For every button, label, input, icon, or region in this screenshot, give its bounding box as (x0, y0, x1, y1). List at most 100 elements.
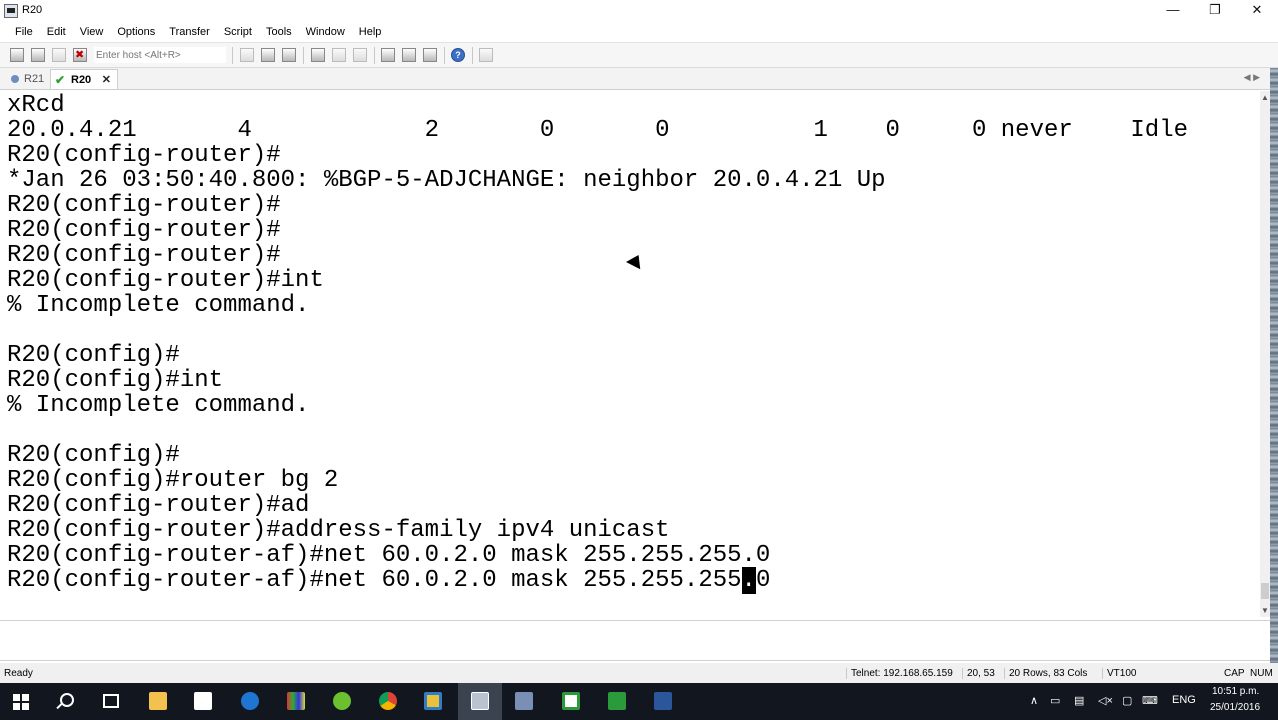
taskbar-camtasia-2[interactable] (595, 683, 639, 720)
terminal-line: % Incomplete command. (7, 392, 310, 419)
network-icon[interactable]: ▤ (1074, 694, 1084, 707)
command-window-pane[interactable] (0, 620, 1270, 661)
terminal-line: R20(config)# (7, 442, 180, 469)
close-button[interactable]: ✕ (1236, 0, 1278, 22)
store-icon (194, 692, 212, 710)
terminal-line: R20(config-router)#int (7, 267, 324, 294)
clock-date[interactable]: 25/01/2016 (1210, 702, 1260, 713)
reconnect-icon[interactable] (52, 48, 66, 62)
taskbar-store[interactable] (181, 683, 225, 720)
taskbar-yellow-app[interactable] (411, 683, 455, 720)
scrollbar-thumb[interactable] (1261, 583, 1269, 599)
copy-icon[interactable] (240, 48, 254, 62)
menu-help[interactable]: Help (352, 22, 389, 42)
terminal-line: R20(config-router)# (7, 142, 281, 169)
status-ready: Ready (4, 668, 33, 679)
tab-scroll-arrows-icon[interactable]: ◀ ▶ (1244, 72, 1260, 83)
volume-icon[interactable]: ◁× (1098, 694, 1113, 707)
usb-device-icon[interactable]: ▭ (1050, 694, 1060, 707)
menu-transfer[interactable]: Transfer (162, 22, 217, 42)
menu-view[interactable]: View (73, 22, 111, 42)
chrome-icon (379, 692, 397, 710)
word-icon (654, 692, 672, 710)
edge-browser-icon (241, 692, 259, 710)
print-screen-icon[interactable] (353, 48, 367, 62)
restore-button[interactable]: ❐ (1194, 0, 1236, 22)
terminal-line: R20(config-router)#ad (7, 492, 310, 519)
menu-options[interactable]: Options (110, 22, 162, 42)
menu-window[interactable]: Window (299, 22, 352, 42)
paste-icon[interactable] (261, 48, 275, 62)
taskbar-securecrt[interactable] (458, 683, 502, 720)
terminal-line: *Jan 26 03:50:40.800: %BGP-5-ADJCHANGE: … (7, 167, 886, 194)
find-icon[interactable] (282, 48, 296, 62)
menu-file[interactable]: File (8, 22, 40, 42)
tab-close-icon[interactable]: ✕ (102, 70, 111, 90)
status-terminal-size: 20 Rows, 83 Cols (1004, 668, 1087, 679)
toolbar-separator (444, 47, 445, 64)
tab-r21[interactable]: R21 (4, 69, 46, 89)
terminal-line: R20(config-router)# (7, 217, 281, 244)
window-controls: — ❐ ✕ (1152, 0, 1278, 22)
securecrt-app-icon[interactable] (4, 4, 18, 18)
taskbar-utorrent[interactable] (320, 683, 364, 720)
taskbar-chrome[interactable] (366, 683, 410, 720)
menu-edit[interactable]: Edit (40, 22, 73, 42)
scroll-up-arrow-icon[interactable]: ▲ (1261, 93, 1269, 102)
windows-taskbar: ∧ ▭ ▤ ◁× ▢ ⌨ ENG 10:51 p.m. 25/01/2016 (0, 683, 1278, 720)
tab-r20[interactable]: ✔ R20 ✕ (50, 69, 118, 89)
camtasia-icon (562, 692, 580, 710)
session-options-icon[interactable] (381, 48, 395, 62)
minimize-button[interactable]: — (1152, 0, 1194, 22)
taskbar-word[interactable] (641, 683, 685, 720)
terminal-line: R20(config-router)# (7, 192, 281, 219)
terminal-scrollbar[interactable]: ▲ ▼ (1260, 91, 1270, 617)
quick-connect-icon[interactable] (31, 48, 45, 62)
terminal-line: R20(config-router-af)#net 60.0.2.0 mask … (7, 542, 771, 569)
menu-script[interactable]: Script (217, 22, 259, 42)
tray-overflow-icon[interactable]: ∧ (1030, 694, 1038, 707)
terminal-current-line: R20(config-router-af)#net 60.0.2.0 mask … (7, 567, 770, 594)
securecrt-icon (471, 692, 489, 710)
language-indicator[interactable]: ENG (1172, 694, 1196, 706)
taskbar-file-explorer[interactable] (136, 683, 180, 720)
print-selection-icon[interactable] (332, 48, 346, 62)
toolbar-separator (374, 47, 375, 64)
status-cursor-position: 20, 53 (962, 668, 995, 679)
taskbar-edge[interactable] (228, 683, 272, 720)
toolbar-separator (232, 47, 233, 64)
terminal-line: 20.0.4.21 4 2 0 0 1 0 0 never Idle (7, 117, 1188, 144)
notifications-icon[interactable]: ▢ (1122, 694, 1132, 707)
sftp-icon[interactable] (479, 48, 493, 62)
windows-logo-icon (13, 694, 29, 710)
task-view-button[interactable] (90, 683, 134, 720)
status-connection: Telnet: 192.168.65.159 (846, 668, 953, 679)
tool-app-icon (515, 692, 533, 710)
taskbar-camtasia-1[interactable] (549, 683, 593, 720)
global-options-icon[interactable] (402, 48, 416, 62)
start-button[interactable] (0, 683, 44, 720)
menu-tools[interactable]: Tools (259, 22, 299, 42)
background-window-strip (1270, 68, 1278, 663)
print-icon[interactable] (311, 48, 325, 62)
search-icon (60, 693, 74, 707)
clock-time[interactable]: 10:51 p.m. (1212, 686, 1259, 697)
connect-icon[interactable] (10, 48, 24, 62)
toolbar: ? (0, 42, 1278, 68)
enter-host-input[interactable] (94, 47, 226, 63)
disconnect-icon[interactable] (73, 48, 87, 62)
taskbar-tool-app[interactable] (502, 683, 546, 720)
help-icon[interactable]: ? (451, 48, 465, 62)
terminal-output[interactable]: xRcd 20.0.4.21 4 2 0 0 1 0 0 never Idle … (0, 91, 1260, 617)
terminal-line: % Incomplete command. (7, 292, 310, 319)
scroll-down-arrow-icon[interactable]: ▼ (1261, 606, 1269, 615)
keyboard-icon[interactable]: ⌨ (1142, 694, 1158, 707)
terminal-input-text: R20(config-router-af)#net 60.0.2.0 mask … (7, 567, 742, 594)
app-grid-icon (287, 692, 305, 710)
key-map-icon[interactable] (423, 48, 437, 62)
search-button[interactable] (46, 683, 90, 720)
session-tab-bar: R21 ✔ R20 ✕ ◀ ▶ (0, 68, 1278, 90)
taskbar-app-multicolor[interactable] (274, 683, 318, 720)
terminal-line: R20(config)#router bg 2 (7, 467, 339, 494)
status-bar: Ready Telnet: 192.168.65.159 20, 53 20 R… (0, 663, 1278, 683)
